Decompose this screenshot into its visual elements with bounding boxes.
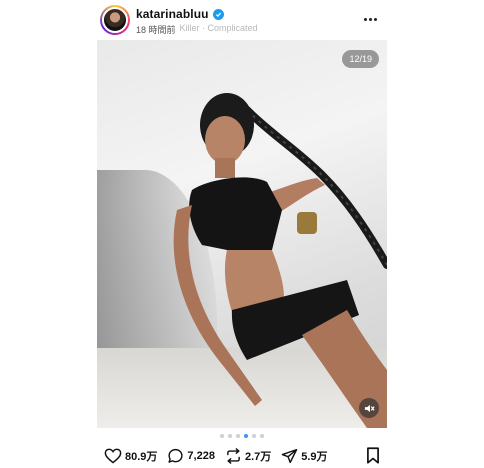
paper-plane-icon: [281, 448, 298, 464]
avatar-image: [102, 7, 128, 33]
post-time: 18 時間前: [136, 25, 176, 35]
username-row: katarinabluu: [136, 7, 224, 21]
bookmark-button[interactable]: [366, 447, 380, 468]
post-card: katarinabluu 18 時間前 Killer · Complicated: [0, 0, 484, 468]
likes-count: 80.9万: [125, 451, 158, 463]
heart-icon: [104, 448, 122, 464]
more-options-icon[interactable]: [361, 11, 379, 27]
comments-count: 7,228: [187, 450, 215, 462]
model-figure: [173, 93, 387, 428]
carousel-dot-active: [244, 434, 248, 438]
username[interactable]: katarinabluu: [136, 7, 209, 21]
post-subtitle: 18 時間前 Killer · Complicated: [136, 23, 258, 36]
music-label[interactable]: Killer · Complicated: [180, 23, 258, 36]
carousel-dot: [236, 434, 240, 438]
carousel-dot: [220, 434, 224, 438]
share-button[interactable]: 5.9万: [281, 448, 328, 464]
muted-speaker-icon[interactable]: [359, 398, 379, 418]
carousel-dot: [260, 434, 264, 438]
carousel-dot: [252, 434, 256, 438]
post-header: katarinabluu 18 時間前 Killer · Complicated: [100, 5, 385, 39]
comment-button[interactable]: 7,228: [167, 448, 215, 464]
avatar[interactable]: [100, 5, 130, 35]
reposts-count: 2.7万: [244, 451, 272, 463]
bookmark-icon: [367, 447, 379, 464]
shares-count: 5.9万: [301, 451, 328, 463]
like-button[interactable]: 80.9万: [104, 448, 157, 464]
action-bar: 80.9万 7,228 2.7万 5.9万: [104, 446, 380, 466]
repost-icon: [227, 448, 240, 464]
image-counter: 12/19: [342, 50, 379, 68]
carousel-dots: [0, 434, 484, 438]
repost-button[interactable]: 2.7万: [225, 448, 271, 464]
carousel-dot: [228, 434, 232, 438]
verified-badge-icon: [212, 8, 224, 20]
comment-bubble-icon: [168, 448, 184, 463]
post-photo[interactable]: 12/19: [97, 40, 387, 428]
